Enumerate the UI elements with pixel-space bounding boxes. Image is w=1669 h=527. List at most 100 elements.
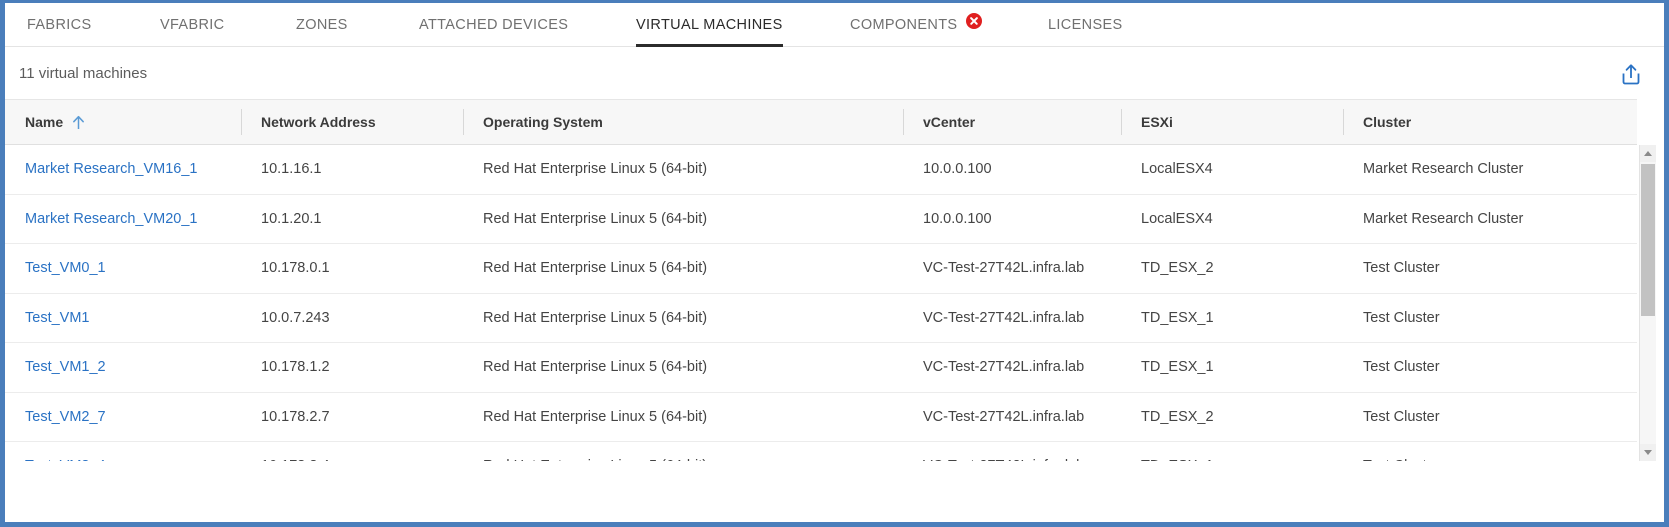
tab-label: ATTACHED DEVICES [419, 17, 569, 33]
vm-name-link[interactable]: Test_VM0_1 [25, 260, 106, 276]
vm-name-link[interactable]: Test_VM1 [25, 310, 89, 326]
cell-operating-system: Red Hat Enterprise Linux 5 (64-bit) [463, 144, 903, 195]
virtual-machines-table-container: Name Network Address Operating System vC… [5, 99, 1656, 461]
arrow-up-icon [73, 115, 85, 129]
table-row[interactable]: Test_VM0_1 10.178.0.1 Red Hat Enterprise L… [5, 243, 1637, 294]
table-row[interactable]: Test_VM3_4 10.178.3.4Red Hat Enterprise L… [5, 441, 1637, 461]
error-badge-icon [966, 13, 983, 29]
vm-name-link[interactable]: Test_VM2_7 [25, 409, 106, 425]
cell-vcenter: VC-Test-27T42L.infra.lab [903, 392, 1121, 442]
tab-label: COMPONENTS [850, 17, 958, 33]
column-header-esxi[interactable]: ESXi [1121, 99, 1343, 145]
export-upload-icon[interactable] [1618, 61, 1644, 87]
cell-cluster: Market Research Cluster [1343, 144, 1637, 195]
cell-name[interactable]: Market Research_VM16_1 [5, 144, 241, 195]
cell-name[interactable]: Test_VM1 [5, 293, 241, 343]
cell-cluster: Test Cluster [1343, 293, 1637, 343]
scrollbar-thumb[interactable] [1641, 164, 1655, 316]
tab-fabrics[interactable]: FABRICS [27, 3, 92, 47]
tab-bar: FABRICS VFABRIC ZONES ATTACHED DEVICES VIRTU… [5, 3, 1664, 47]
cell-network-address: 10.1.20.1 [241, 194, 463, 244]
cell-name[interactable]: Test_VM1_2 [5, 342, 241, 393]
scrollbar-down-arrow[interactable] [1640, 444, 1656, 461]
column-header-network-address[interactable]: Network Address [241, 99, 463, 145]
tab-label: VFABRIC [160, 17, 225, 33]
vm-name-link[interactable]: Test_VM3_4 [25, 458, 106, 461]
cell-name[interactable]: Test_VM2_7 [5, 392, 241, 442]
cell-esxi: LocalESX4 [1121, 144, 1343, 195]
scrollbar-up-arrow[interactable] [1640, 145, 1656, 162]
virtual-machines-table: Name Network Address Operating System vC… [5, 99, 1637, 461]
table-row[interactable]: Market Research_VM20_1 10.1.20.1 Red Hat E… [5, 194, 1637, 244]
vm-name-link[interactable]: Market Research_VM20_1 [25, 211, 197, 227]
cell-name[interactable]: Market Research_VM20_1 [5, 194, 241, 244]
table-header: Name Network Address Operating System vC… [5, 99, 1637, 145]
tab-licenses[interactable]: LICENSES [1048, 3, 1123, 47]
cell-vcenter: 10.0.0.100 [903, 194, 1121, 244]
cell-operating-system: Red Hat Enterprise Linux 5 (64-bit) [463, 392, 903, 442]
cell-esxi: TD_ESX_1 [1121, 441, 1343, 461]
cell-cluster: Test Cluster [1343, 392, 1637, 442]
virtual-machine-count-label: 11 virtual machines [19, 64, 148, 82]
cell-esxi: TD_ESX_1 [1121, 293, 1343, 343]
column-header-label: Name [25, 114, 64, 130]
cell-network-address: 10.0.7.243 [241, 293, 463, 343]
chevron-up-icon [1644, 151, 1652, 156]
tab-attached-devices[interactable]: ATTACHED DEVICES [419, 3, 568, 47]
virtual-machines-panel: FABRICS VFABRIC ZONES ATTACHED DEVICES VIRTU… [0, 0, 1669, 527]
cell-network-address: 10.178.2.7 [241, 392, 463, 442]
cell-name[interactable]: Test_VM0_1 [5, 243, 241, 294]
tab-zones[interactable]: ZONES [296, 3, 348, 47]
cell-operating-system: Red Hat Enterprise Linux 5 (64-bit) [463, 293, 903, 343]
cell-operating-system: Red Hat Enterprise Linux 5 (64-bit) [463, 194, 903, 244]
cell-name[interactable]: Test_VM3_4 [5, 441, 241, 461]
cell-cluster: Test Cluster [1343, 243, 1637, 294]
tab-label: ZONES [296, 17, 348, 33]
cell-esxi: LocalESX4 [1121, 194, 1343, 244]
tab-label: VIRTUAL MACHINES [636, 17, 783, 33]
cell-esxi: TD_ESX_2 [1121, 392, 1343, 442]
column-header-label: Network Address [261, 114, 376, 130]
table-toolbar: 11 virtual machines [5, 47, 1664, 99]
cell-esxi: TD_ESX_1 [1121, 342, 1343, 393]
vm-name-link[interactable]: Market Research_VM16_1 [25, 161, 197, 177]
table-scrollbar[interactable] [1639, 145, 1656, 461]
cell-esxi: TD_ESX_2 [1121, 243, 1343, 294]
cell-network-address: 10.178.1.2 [241, 342, 463, 393]
column-header-label: Cluster [1363, 114, 1412, 130]
cell-network-address: 10.1.16.1 [241, 144, 463, 195]
cell-network-address: 10.178.3.4 [241, 441, 463, 461]
tab-label: LICENSES [1048, 17, 1123, 33]
cell-vcenter: VC-Test-27T42L.infra.lab [903, 342, 1121, 393]
tab-vfabric[interactable]: VFABRIC [160, 3, 225, 47]
column-header-operating-system[interactable]: Operating System [463, 99, 903, 145]
cell-network-address: 10.178.0.1 [241, 243, 463, 294]
column-header-label: vCenter [923, 114, 976, 130]
table-body: Market Research_VM16_1 10.1.16.1 Red Hat E… [5, 144, 1637, 461]
tab-virtual-machines[interactable]: VIRTUAL MACHINES [636, 3, 783, 47]
cell-cluster: Test Cluster [1343, 342, 1637, 393]
table-row[interactable]: Test_VM1 10.0.7.243 Red Hat Enterprise Lin… [5, 293, 1637, 343]
tab-components[interactable]: COMPONENTS [850, 3, 983, 47]
cell-vcenter: 10.0.0.100 [903, 144, 1121, 195]
table-row[interactable]: Market Research_VM16_1 10.1.16.1 Red Hat E… [5, 144, 1637, 195]
cell-vcenter: VC-Test-27T42L.infra.lab [903, 293, 1121, 343]
column-header-label: Operating System [483, 114, 603, 130]
vm-name-link[interactable]: Test_VM1_2 [25, 359, 106, 375]
table-row[interactable]: Test_VM2_7 10.178.2.7 Red Hat Enterprise L… [5, 392, 1637, 442]
cell-cluster: Test Cluster [1343, 441, 1637, 461]
column-header-cluster[interactable]: Cluster [1343, 99, 1637, 145]
tab-label: FABRICS [27, 17, 92, 33]
table-header-row: Name Network Address Operating System vC… [5, 99, 1637, 145]
column-header-label: ESXi [1141, 114, 1173, 130]
column-header-vcenter[interactable]: vCenter [903, 99, 1121, 145]
chevron-down-icon [1644, 450, 1652, 455]
cell-operating-system: Red Hat Enterprise Linux 5 (64-bit) [463, 342, 903, 393]
table-row[interactable]: Test_VM1_2 10.178.1.2 Red Hat Enterprise L… [5, 342, 1637, 393]
cell-cluster: Market Research Cluster [1343, 194, 1637, 244]
cell-vcenter: VC-Test-27T42L.infra.lab [903, 441, 1121, 461]
column-header-name[interactable]: Name [5, 99, 241, 145]
cell-operating-system: Red Hat Enterprise Linux 5 (64-bit) [463, 243, 903, 294]
cell-operating-system: Red Hat Enterprise Linux 5 (64-bit) [463, 441, 903, 461]
cell-vcenter: VC-Test-27T42L.infra.lab [903, 243, 1121, 294]
